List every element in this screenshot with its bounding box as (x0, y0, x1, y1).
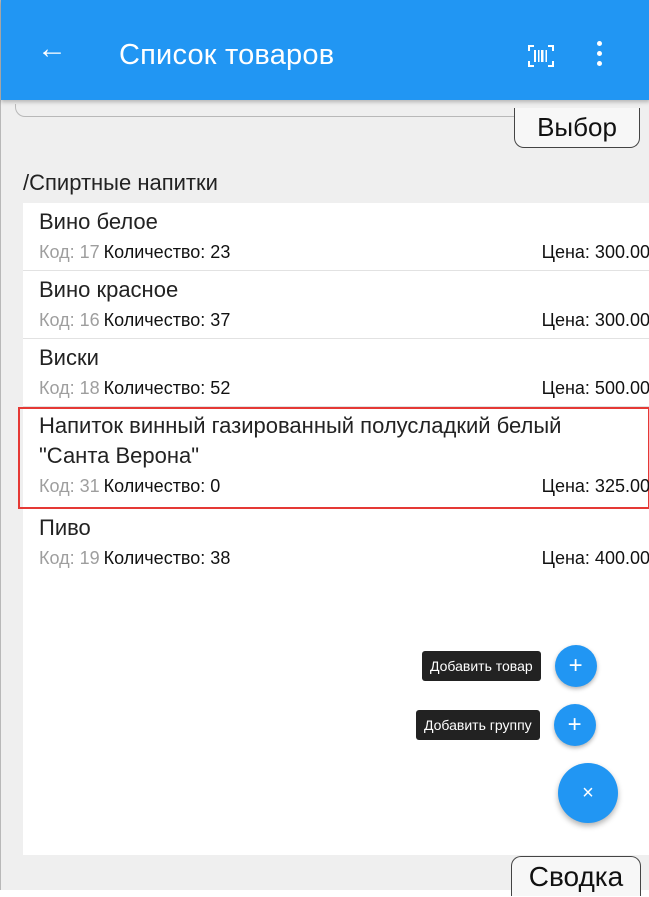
item-quantity: Количество: 23 (103, 242, 231, 262)
fab-add-product-row: Добавить товар + (422, 645, 597, 687)
barcode-scan-icon[interactable] (528, 45, 554, 67)
item-code: Код: 19 (39, 548, 100, 568)
item-quantity: Количество: 37 (103, 310, 231, 330)
item-code: Код: 31 (39, 476, 100, 496)
close-fab-button[interactable]: × (558, 763, 618, 823)
list-item[interactable]: Виски Код: 18 Количество: 52 Цена: 500.00 (23, 339, 649, 407)
product-list: Вино белое Код: 17 Количество: 23 Цена: 30… (18, 203, 649, 855)
page-title: Список товаров (119, 39, 335, 71)
add-product-button[interactable]: + (554, 645, 597, 687)
item-name: Вино красное (39, 277, 179, 302)
fab-add-group-row: Добавить группу + (416, 704, 596, 746)
item-quantity: Количество: 52 (103, 378, 231, 398)
list-item-selected[interactable]: Напиток винный газированный полусладкий … (18, 407, 649, 509)
item-price: Цена: 325.00 (541, 476, 649, 496)
list-item[interactable]: Вино красное Код: 16 Количество: 37 Цена: … (23, 271, 649, 339)
item-price: Цена: 400.00 (541, 548, 649, 568)
item-name: Вино белое (39, 209, 158, 234)
breadcrumb[interactable]: /Спиртные напитки (23, 170, 218, 196)
list-item[interactable]: Пиво Код: 19 Количество: 38 Цена: 400.00 (23, 509, 649, 577)
add-group-label[interactable]: Добавить группу (416, 710, 540, 740)
app-bar: ← Список товаров (1, 0, 649, 100)
list-item[interactable]: Вино белое Код: 17 Количество: 23 Цена: 30… (23, 203, 649, 271)
item-price: Цена: 500.00 (541, 378, 649, 398)
add-product-label[interactable]: Добавить товар (422, 651, 541, 681)
more-vertical-icon[interactable] (593, 38, 605, 70)
item-quantity: Количество: 38 (103, 548, 231, 568)
item-code: Код: 18 (39, 378, 100, 398)
item-code: Код: 16 (39, 310, 100, 330)
tab-svodka[interactable]: Сводка (511, 856, 641, 896)
item-code: Код: 17 (39, 242, 100, 262)
item-quantity: Количество: 0 (103, 476, 221, 496)
item-name: Пиво (39, 515, 91, 540)
arrow-left-icon[interactable]: ← (37, 34, 67, 64)
tab-vybor[interactable]: Выбор (514, 108, 640, 148)
item-price: Цена: 300.00 (541, 242, 649, 262)
add-group-button[interactable]: + (553, 704, 596, 746)
item-name: Напиток винный газированный полусладкий … (39, 413, 562, 468)
item-name: Виски (39, 345, 99, 370)
screen: ← Список товаров Выбор /Спиртные напитки… (0, 0, 649, 896)
item-price: Цена: 300.00 (541, 310, 649, 330)
